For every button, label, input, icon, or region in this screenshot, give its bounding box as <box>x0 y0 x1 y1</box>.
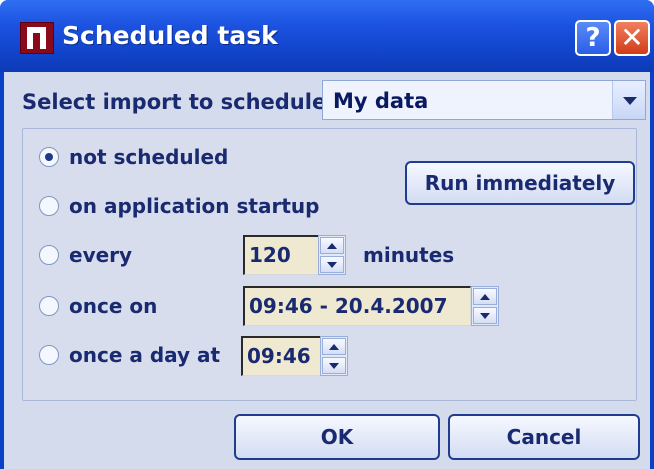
run-immediately-button[interactable]: Run immediately <box>405 161 635 205</box>
radio-once-a-day[interactable] <box>39 345 59 365</box>
app-logo-icon <box>20 22 54 54</box>
radio-on-startup[interactable] <box>39 196 59 216</box>
scheduled-task-dialog: Scheduled task ? ✕ Select import to sche… <box>0 0 654 469</box>
spin-down-icon[interactable] <box>320 256 344 273</box>
help-button[interactable]: ? <box>575 20 611 56</box>
once-on-datetime-input[interactable]: 09:46 - 20.4.2007 <box>243 286 471 326</box>
once-on-stepper[interactable] <box>471 286 499 326</box>
daily-time-input[interactable]: 09:46 <box>241 336 321 376</box>
spin-down-icon[interactable] <box>473 307 497 324</box>
radio-every[interactable] <box>39 245 59 265</box>
spin-up-icon[interactable] <box>320 237 344 254</box>
spin-down-icon[interactable] <box>322 357 346 374</box>
radio-not-scheduled[interactable] <box>39 147 59 167</box>
title-bar[interactable]: Scheduled task ? ✕ <box>0 0 654 72</box>
minutes-label: minutes <box>363 243 455 267</box>
every-minutes-input[interactable]: 120 <box>243 235 319 275</box>
window-title: Scheduled task <box>62 21 278 50</box>
dialog-body: Select import to schedule My data not sc… <box>4 72 650 469</box>
radio-once-on-label[interactable]: once on <box>69 294 157 318</box>
radio-once-a-day-label[interactable]: once a day at <box>69 343 220 367</box>
chevron-down-icon[interactable] <box>612 81 645 119</box>
schedule-group: not scheduled on application startup eve… <box>22 128 637 401</box>
cancel-button[interactable]: Cancel <box>448 414 640 460</box>
import-select-value: My data <box>333 89 429 113</box>
import-select[interactable]: My data <box>322 80 646 120</box>
close-button[interactable]: ✕ <box>614 20 650 56</box>
radio-every-label[interactable]: every <box>69 243 132 267</box>
spin-up-icon[interactable] <box>473 288 497 305</box>
ok-button[interactable]: OK <box>234 414 440 460</box>
select-import-label: Select import to schedule <box>22 90 327 114</box>
radio-not-scheduled-label[interactable]: not scheduled <box>69 145 228 169</box>
daily-time-stepper[interactable] <box>320 336 348 376</box>
close-icon: ✕ <box>620 21 644 54</box>
every-minutes-stepper[interactable] <box>318 235 346 275</box>
radio-once-on[interactable] <box>39 296 59 316</box>
radio-on-startup-label[interactable]: on application startup <box>69 194 319 218</box>
spin-up-icon[interactable] <box>322 338 346 355</box>
help-icon: ? <box>585 23 601 53</box>
